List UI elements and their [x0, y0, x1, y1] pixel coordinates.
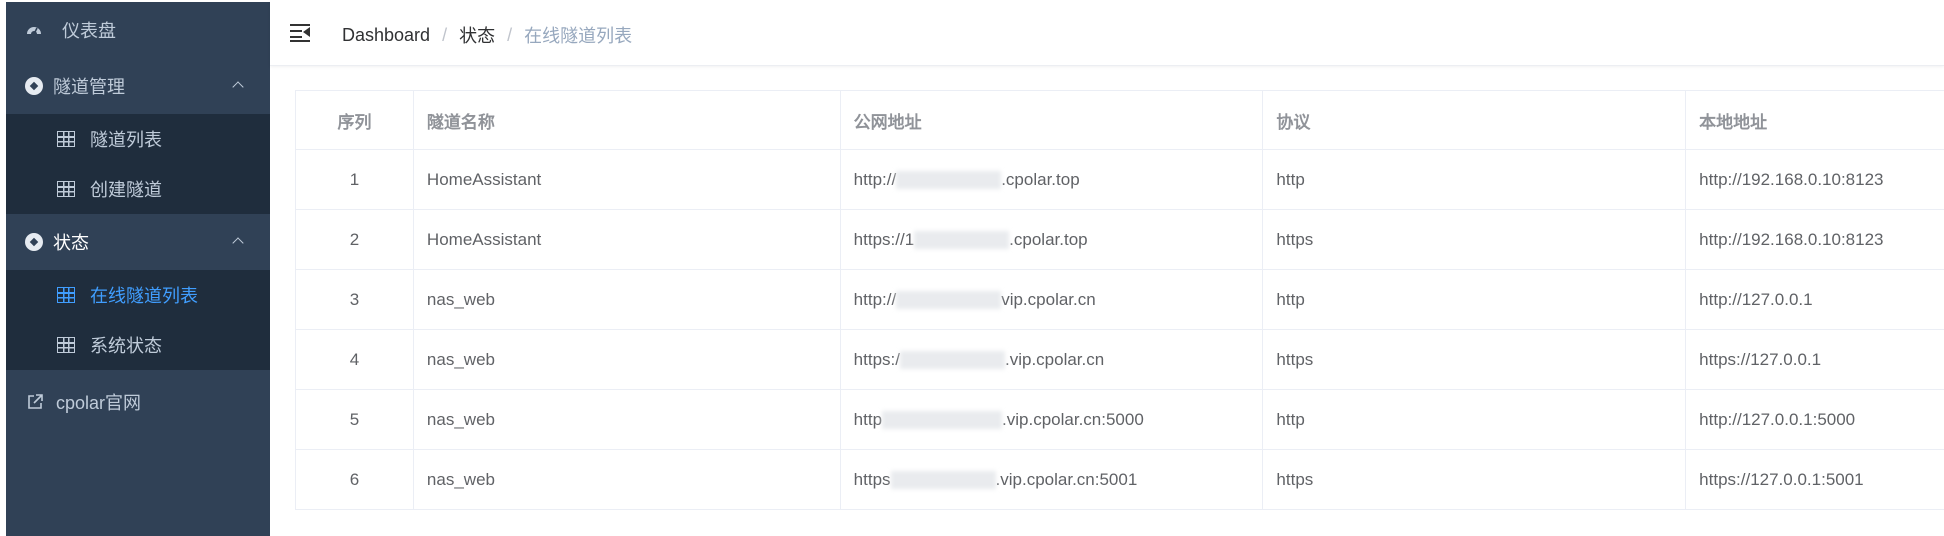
cell-tunnel-name: HomeAssistant: [414, 150, 841, 209]
sidebar-item-dashboard[interactable]: 仪表盘: [6, 2, 270, 58]
cell-local-address: http://192.168.0.10:8123: [1699, 169, 1884, 189]
cell-tunnel-name: nas_web: [414, 390, 841, 449]
cell-public-address: http:// vip.cpolar.cn: [841, 270, 1264, 329]
cell-local-address: https://127.0.0.1: [1699, 349, 1822, 369]
table-grid-icon: [57, 287, 75, 303]
cell-tunnel-name: nas_web: [414, 450, 841, 509]
public-address-prefix: https:/: [853, 349, 900, 369]
public-address-prefix: https://1: [853, 229, 915, 249]
redacted-blur: [882, 410, 1003, 429]
public-address-suffix: .cpolar.top: [1009, 229, 1088, 249]
redacted-blur: [899, 350, 1005, 369]
top-navbar: Dashboard / 状态 / 在线隧道列表: [270, 0, 1944, 66]
cell-public-address: http:// .cpolar.top: [841, 150, 1264, 209]
public-address-suffix: .vip.cpolar.cn:5001: [995, 469, 1138, 489]
table-row: 2 HomeAssistant https://1 .cpolar.top htt…: [296, 210, 1944, 270]
cell-protocol: https: [1263, 330, 1687, 389]
table-row: 5 nas_web http .vip.cpolar.cn:5000 http h…: [296, 390, 1944, 450]
sidebar-item-label: 隧道管理: [53, 77, 125, 97]
public-address-prefix: http://: [853, 289, 897, 309]
cell-index: 1: [296, 150, 414, 209]
sidebar-item-status[interactable]: 状态: [6, 214, 270, 270]
sidebar-item-tunnel-management[interactable]: 隧道管理: [6, 58, 270, 114]
column-header-name: 隧道名称: [414, 91, 841, 149]
column-header-index: 序列: [296, 91, 414, 149]
sidebar-item-cpolar-website[interactable]: cpolar官网: [6, 374, 270, 430]
table-row: 4 nas_web https:/ .vip.cpolar.cn https ht…: [296, 330, 1944, 390]
sidebar-item-label: 仪表盘: [62, 21, 116, 41]
sidebar-item-label: 状态: [53, 233, 89, 253]
cell-index: 3: [296, 270, 414, 329]
table-grid-icon: [57, 181, 75, 197]
cell-public-address: https .vip.cpolar.cn:5001: [841, 450, 1264, 509]
breadcrumb-separator: /: [507, 24, 513, 45]
cell-local-address: http://127.0.0.1:5000: [1699, 409, 1856, 429]
table-header-row: 序列 隧道名称 公网地址 协议 本地地址: [296, 91, 1944, 150]
cell-protocol: http: [1263, 270, 1687, 329]
table-grid-icon: [57, 337, 75, 353]
sidebar-item-label: 隧道列表: [90, 130, 162, 150]
tunnel-management-icon: [25, 77, 43, 95]
redacted-blur: [896, 170, 1002, 189]
table-grid-icon: [57, 131, 75, 147]
online-tunnels-table: 序列 隧道名称 公网地址 协议 本地地址 1 HomeAssistant htt…: [295, 90, 1944, 510]
cell-protocol: http: [1263, 150, 1687, 209]
public-address-suffix: .vip.cpolar.cn: [1004, 349, 1105, 369]
sidebar-item-create-tunnel[interactable]: 创建隧道: [6, 164, 270, 214]
cell-tunnel-name: nas_web: [414, 330, 841, 389]
sidebar-item-online-tunnels[interactable]: 在线隧道列表: [6, 270, 270, 320]
external-link-icon: [26, 393, 44, 411]
breadcrumb: Dashboard / 状态 / 在线隧道列表: [342, 22, 632, 48]
cell-local-address: https://127.0.0.1:5001: [1699, 469, 1864, 489]
cell-public-address: https://1 .cpolar.top: [841, 210, 1264, 269]
hamburger-menu-icon[interactable]: [290, 24, 310, 42]
public-address-prefix: https: [853, 469, 891, 489]
breadcrumb-status[interactable]: 状态: [459, 22, 495, 48]
table-row: 3 nas_web http:// vip.cpolar.cn http http…: [296, 270, 1944, 330]
cell-local-address: http://192.168.0.10:8123: [1699, 229, 1884, 249]
column-header-local-address: 本地地址: [1699, 112, 1768, 132]
sidebar-item-system-status[interactable]: 系统状态: [6, 320, 270, 370]
cell-protocol: https: [1263, 450, 1687, 509]
public-address-suffix: .vip.cpolar.cn:5000: [1002, 409, 1144, 429]
cell-protocol: https: [1263, 210, 1687, 269]
public-address-prefix: http: [853, 409, 883, 429]
column-header-public-address: 公网地址: [841, 91, 1264, 149]
sidebar-item-tunnel-list[interactable]: 隧道列表: [6, 114, 270, 164]
breadcrumb-dashboard[interactable]: Dashboard: [342, 25, 430, 46]
cell-tunnel-name: nas_web: [414, 270, 841, 329]
redacted-blur: [914, 230, 1010, 249]
cell-local-address: http://127.0.0.1: [1699, 289, 1813, 309]
redacted-blur: [890, 470, 996, 489]
dashboard-icon: [26, 23, 42, 37]
cell-index: 2: [296, 210, 414, 269]
status-icon: [25, 233, 43, 251]
cell-public-address: https:/ .vip.cpolar.cn: [841, 330, 1264, 389]
chevron-up-icon: [232, 81, 244, 93]
public-address-prefix: http://: [853, 169, 897, 189]
breadcrumb-separator: /: [442, 24, 448, 45]
sidebar-item-label: 系统状态: [90, 336, 162, 356]
redacted-blur: [896, 290, 1002, 309]
table-row: 1 HomeAssistant http://.cpolar.top http …: [296, 150, 1944, 210]
cell-index: 6: [296, 450, 414, 509]
column-header-protocol: 协议: [1263, 91, 1687, 149]
app-root: 仪表盘 隧道管理 隧道列表 创建隧道 状态 在线隧道列表 系统状态 cpolar…: [0, 0, 1944, 536]
sidebar-item-label: 在线隧道列表: [90, 286, 198, 306]
cell-index: 5: [296, 390, 414, 449]
cell-tunnel-name: HomeAssistant: [414, 210, 841, 269]
sidebar: 仪表盘 隧道管理 隧道列表 创建隧道 状态 在线隧道列表 系统状态 cpolar…: [6, 2, 270, 536]
public-address-suffix: vip.cpolar.cn: [1001, 289, 1096, 309]
public-address-suffix: .cpolar.top: [1001, 169, 1080, 189]
chevron-up-icon: [232, 237, 244, 249]
cell-index: 4: [296, 330, 414, 389]
table-row: 6 nas_web https .vip.cpolar.cn:5001 https…: [296, 450, 1944, 510]
cell-protocol: http: [1263, 390, 1687, 449]
sidebar-item-label: 创建隧道: [90, 180, 162, 200]
sidebar-item-label: cpolar官网: [56, 393, 142, 413]
cell-public-address: http .vip.cpolar.cn:5000: [841, 390, 1264, 449]
breadcrumb-current: 在线隧道列表: [524, 26, 633, 46]
